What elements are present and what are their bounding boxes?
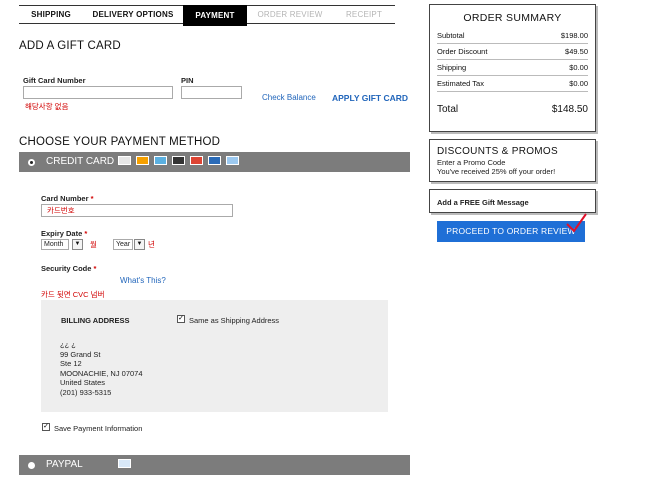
summary-row-order-discount: Order Discount $49.50 xyxy=(437,44,588,60)
checkout-steps: SHIPPING DELIVERY OPTIONS PAYMENT ORDER … xyxy=(19,5,395,26)
billing-address-text: ¿¿ ¿ 99 Grand St Ste 12 MOONACHIE, NJ 07… xyxy=(60,340,143,397)
address-line: ¿¿ ¿ xyxy=(60,340,76,349)
save-payment-label: Save Payment Information xyxy=(54,424,143,433)
expiry-month-select[interactable]: Month xyxy=(41,239,69,250)
discounts-promos-title: DISCOUNTS & PROMOS xyxy=(437,146,558,157)
discover-icon xyxy=(172,156,185,165)
discounts-promos-box[interactable]: DISCOUNTS & PROMOS Enter a Promo Code Yo… xyxy=(429,139,596,182)
credit-card-label: CREDIT CARD xyxy=(46,156,115,167)
gift-card-number-label: Gift Card Number xyxy=(23,76,86,85)
same-as-shipping-label: Same as Shipping Address xyxy=(189,316,280,325)
visa-icon xyxy=(118,156,131,165)
unionpay-icon xyxy=(226,156,239,165)
gift-card-no-result-note: 해당사항 없음 xyxy=(25,102,69,111)
whats-this-link[interactable]: What's This? xyxy=(120,276,166,285)
jcb-icon xyxy=(190,156,203,165)
billing-address-title: BILLING ADDRESS xyxy=(61,316,130,325)
address-line: 99 Grand St xyxy=(60,349,101,359)
card-number-input[interactable]: 카드번호 xyxy=(41,204,233,217)
paypal-radio[interactable] xyxy=(28,462,35,469)
summary-row-estimated-tax: Estimated Tax $0.00 xyxy=(437,76,588,92)
tab-order-review: ORDER REVIEW xyxy=(257,10,323,19)
diners-icon xyxy=(208,156,221,165)
billing-address-panel: BILLING ADDRESS ✓ Same as Shipping Addre… xyxy=(41,300,388,412)
gift-message-label: Add a FREE Gift Message xyxy=(437,198,529,207)
gift-message-box[interactable]: Add a FREE Gift Message xyxy=(429,189,596,213)
address-line: United States xyxy=(60,378,106,387)
credit-card-option[interactable]: CREDIT CARD xyxy=(19,152,410,172)
chevron-down-icon[interactable]: ▼ xyxy=(134,239,145,250)
summary-row-shipping: Shipping $0.00 xyxy=(437,60,588,76)
address-line: MOONACHIE, NJ 07074 xyxy=(60,368,143,378)
paypal-icon xyxy=(118,459,131,468)
tab-delivery-options[interactable]: DELIVERY OPTIONS xyxy=(83,6,183,23)
paypal-option[interactable]: PAYPAL xyxy=(19,455,410,475)
paypal-label: PAYPAL xyxy=(46,459,83,470)
expiry-date-label: Expiry Date * xyxy=(41,229,88,238)
month-korean-note: 월 xyxy=(90,240,97,249)
tab-payment[interactable]: PAYMENT xyxy=(183,5,247,26)
credit-card-radio[interactable] xyxy=(28,159,35,166)
tab-receipt: RECEIPT xyxy=(345,10,383,19)
same-as-shipping-checkbox[interactable]: ✓ xyxy=(177,315,185,323)
pin-input[interactable] xyxy=(181,86,242,99)
address-line: (201) 933-5315 xyxy=(60,387,112,397)
summary-row-subtotal: Subtotal $198.00 xyxy=(437,28,588,44)
summary-total-value: $148.50 xyxy=(551,104,588,115)
apply-gift-card-button[interactable]: APPLY GIFT CARD xyxy=(332,93,408,103)
security-code-label: Security Code * xyxy=(41,264,97,273)
check-balance-link[interactable]: Check Balance xyxy=(262,93,316,102)
proceed-to-order-review-button[interactable]: PROCEED TO ORDER REVIEW xyxy=(437,221,585,242)
tab-shipping[interactable]: SHIPPING xyxy=(19,6,83,23)
card-number-label: Card Number * xyxy=(41,194,94,203)
amex-icon xyxy=(154,156,167,165)
payment-method-title: CHOOSE YOUR PAYMENT METHOD xyxy=(19,136,221,148)
promo-applied-message: You've received 25% off your order! xyxy=(437,167,556,176)
security-code-input[interactable] xyxy=(41,274,113,287)
address-line: Ste 12 xyxy=(60,359,82,368)
order-summary-title: ORDER SUMMARY xyxy=(463,12,562,24)
save-payment-checkbox[interactable]: ✓ xyxy=(42,423,50,431)
pin-label: PIN xyxy=(181,76,194,85)
expiry-year-select[interactable]: Year xyxy=(113,239,133,250)
mastercard-icon xyxy=(136,156,149,165)
order-summary-box: ORDER SUMMARY Subtotal $198.00 Order Disc… xyxy=(429,4,596,132)
gift-card-number-input[interactable] xyxy=(23,86,173,99)
red-checkmark-annotation xyxy=(566,213,587,233)
chevron-down-icon[interactable]: ▼ xyxy=(72,239,83,250)
promo-code-prompt: Enter a Promo Code xyxy=(437,158,506,167)
year-korean-note: 년 xyxy=(148,240,155,249)
gift-card-title: ADD A GIFT CARD xyxy=(19,40,121,52)
summary-total-label: Total xyxy=(437,104,459,115)
cvc-korean-note: 카드 뒷면 CVC 넘버 xyxy=(41,290,105,299)
